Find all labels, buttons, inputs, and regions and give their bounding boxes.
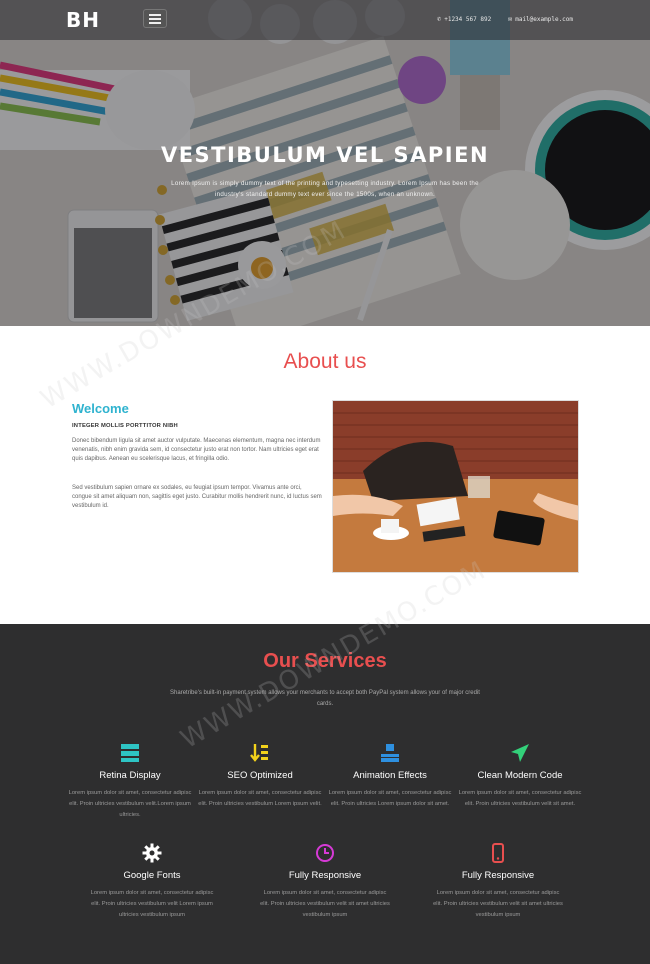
menu-bar-icon <box>149 22 161 24</box>
email-contact[interactable]: ✉ mail@example.com <box>508 15 573 23</box>
menu-bar-icon <box>149 18 161 20</box>
email-address[interactable]: mail@example.com <box>515 16 573 23</box>
service-card: Fully Responsive Lorem ipsum dolor sit a… <box>260 842 390 921</box>
phone-contact: ✆ +1234 567 892 <box>437 15 491 23</box>
server-icon <box>65 742 195 764</box>
top-navbar: BH ✆ +1234 567 892 ✉ mail@example.com <box>0 0 650 40</box>
about-paragraph: Donec bibendum ligula sit amet auctor vu… <box>72 438 321 463</box>
about-image <box>332 400 579 573</box>
services-title: Our Services <box>263 650 387 672</box>
site-logo[interactable]: BH <box>66 8 100 32</box>
service-card: Animation Effects Lorem ipsum dolor sit … <box>325 742 455 810</box>
service-text: Lorem ipsum dolor sit amet, consectetur … <box>260 890 390 918</box>
paper-plane-icon <box>455 742 585 764</box>
hero-text: Lorem Ipsum is simply dummy text of the … <box>171 180 479 198</box>
services-intro: Sharetribe's built-in payment system all… <box>170 690 480 707</box>
service-text: Lorem ipsum dolor sit amet, consectetur … <box>433 890 563 918</box>
service-label: Clean Modern Code <box>477 770 563 781</box>
service-label: Fully Responsive <box>288 870 362 881</box>
phone-icon: ✆ <box>437 15 442 23</box>
service-label: SEO Optimized <box>227 770 293 781</box>
sort-arrows-icon <box>195 742 325 764</box>
sitemap-icon <box>325 742 455 764</box>
envelope-icon: ✉ <box>508 15 513 23</box>
service-card: Clean Modern Code Lorem ipsum dolor sit … <box>455 742 585 810</box>
service-card: Retina Display Lorem ipsum dolor sit ame… <box>65 742 195 821</box>
about-title: About us <box>283 350 367 373</box>
service-label: Retina Display <box>99 770 161 781</box>
service-label: Animation Effects <box>353 770 427 781</box>
service-card: Google Fonts Lorem ipsum dolor sit amet,… <box>87 842 217 921</box>
service-text: Lorem ipsum dolor sit amet, consectetur … <box>458 790 582 807</box>
service-text: Lorem ipsum dolor sit amet, consectetur … <box>328 790 452 807</box>
hero-banner: BH ✆ +1234 567 892 ✉ mail@example.com VEST… <box>0 0 650 326</box>
about-paragraph: Sed vestibulum sapien ornare ex sodales,… <box>72 485 322 510</box>
gear-icon <box>87 842 217 864</box>
welcome-heading: Welcome <box>72 401 129 416</box>
service-card: Fully Responsive Lorem ipsum dolor sit a… <box>433 842 563 921</box>
menu-bar-icon <box>149 14 161 16</box>
service-text: Lorem ipsum dolor sit amet, consectetur … <box>90 890 214 918</box>
about-subheading: INTEGER MOLLIS PORTTITOR NIBH <box>72 423 178 429</box>
phone-number: +1234 567 892 <box>444 16 492 23</box>
service-card: SEO Optimized Lorem ipsum dolor sit amet… <box>195 742 325 810</box>
hamburger-menu-button[interactable] <box>143 9 167 28</box>
clock-icon <box>260 842 390 864</box>
service-label: Fully Responsive <box>461 870 535 881</box>
meeting-photo <box>333 401 578 572</box>
service-label: Google Fonts <box>123 870 181 881</box>
services-section: Our Services Sharetribe's built-in payme… <box>0 624 650 964</box>
mobile-icon <box>433 842 563 864</box>
hero-title: VESTIBULUM VEL SAPIEN <box>160 143 490 167</box>
service-text: Lorem ipsum dolor sit amet, consectetur … <box>68 790 192 818</box>
service-text: Lorem ipsum dolor sit amet, consectetur … <box>198 790 322 807</box>
